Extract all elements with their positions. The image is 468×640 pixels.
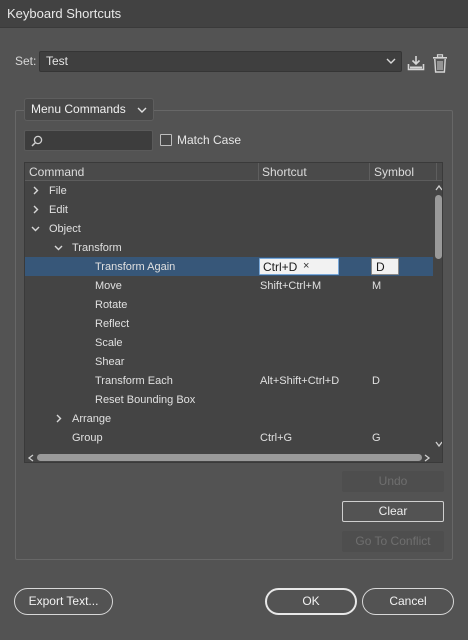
set-dropdown-value: Test [46, 54, 69, 68]
table-row[interactable]: Group Ctrl+G G [25, 428, 433, 447]
scroll-left-icon[interactable] [27, 454, 35, 462]
table-row[interactable]: Reset Bounding Box [25, 390, 433, 409]
command-cell: Arrange [72, 413, 112, 425]
command-cell: Transform Again [95, 261, 176, 273]
table-row[interactable]: Arrange [25, 409, 433, 428]
chevron-down-icon [386, 58, 396, 64]
table-row[interactable]: Rotate [25, 295, 433, 314]
export-text-button[interactable]: Export Text... [14, 588, 113, 615]
window-title: Keyboard Shortcuts [7, 6, 122, 21]
symbol-edit-field[interactable]: D [371, 258, 399, 275]
go-to-conflict-button[interactable]: Go To Conflict [342, 531, 444, 552]
symbol-cell: D [372, 375, 380, 387]
vertical-scroll-thumb[interactable] [435, 195, 442, 259]
horizontal-scrollbar[interactable] [25, 452, 433, 462]
table-header: Command Shortcut Symbol [25, 163, 442, 181]
set-dropdown[interactable]: Test [39, 51, 402, 72]
command-cell: Rotate [95, 299, 128, 311]
search-input[interactable] [24, 130, 153, 151]
symbol-edit-value: D [376, 260, 385, 274]
shortcuts-table: Command Shortcut Symbol File Edit Object Tr… [24, 162, 443, 463]
command-type-value: Menu Commands [31, 102, 126, 116]
search-icon [31, 135, 43, 147]
match-case-checkbox[interactable] [160, 134, 172, 146]
table-row[interactable]: Transform Each Alt+Shift+Ctrl+D D [25, 371, 433, 390]
chevron-right-icon[interactable] [31, 186, 40, 195]
shortcut-edit-value: Ctrl+D [263, 260, 298, 274]
trash-icon[interactable] [432, 54, 448, 73]
scroll-up-icon[interactable] [435, 184, 443, 192]
scroll-right-icon[interactable] [423, 454, 431, 462]
column-header-symbol[interactable]: Symbol [374, 165, 414, 179]
match-case-label: Match Case [177, 133, 242, 147]
horizontal-scroll-thumb[interactable] [37, 454, 422, 461]
column-header-shortcut[interactable]: Shortcut [262, 165, 307, 179]
title-bar: Keyboard Shortcuts [0, 0, 468, 28]
command-cell: Transform Each [95, 375, 173, 387]
ok-button[interactable]: OK [265, 588, 357, 615]
command-cell: Reflect [95, 318, 130, 330]
shortcut-cell: Shift+Ctrl+M [260, 280, 322, 292]
clear-button[interactable]: Clear [342, 501, 444, 522]
shortcut-cell: Alt+Shift+Ctrl+D [260, 375, 340, 387]
shortcut-cell: Ctrl+G [260, 432, 293, 444]
command-cell: Scale [95, 337, 123, 349]
cancel-button[interactable]: Cancel [362, 588, 454, 615]
column-divider[interactable] [258, 163, 259, 181]
symbol-cell: M [372, 280, 382, 292]
clear-shortcut-icon[interactable]: × [303, 260, 309, 272]
symbol-cell: G [372, 432, 381, 444]
table-row[interactable]: Shear [25, 352, 433, 371]
table-row[interactable]: File [25, 181, 433, 200]
column-divider[interactable] [369, 163, 370, 181]
shortcut-edit-field[interactable]: Ctrl+D × [259, 258, 339, 275]
chevron-down-icon[interactable] [31, 224, 40, 233]
table-row[interactable]: Transform Again Ctrl+D × D [25, 257, 433, 276]
column-divider[interactable] [436, 163, 437, 181]
column-header-command[interactable]: Command [29, 165, 84, 179]
chevron-right-icon[interactable] [54, 414, 63, 423]
chevron-right-icon[interactable] [31, 205, 40, 214]
command-cell: Edit [49, 204, 68, 216]
command-cell: Object [49, 223, 81, 235]
command-cell: Move [95, 280, 122, 292]
set-label: Set: [15, 54, 37, 68]
table-row[interactable]: Object [25, 219, 433, 238]
command-cell: Transform [72, 242, 122, 254]
table-row[interactable]: Scale [25, 333, 433, 352]
table-row[interactable]: Edit [25, 200, 433, 219]
chevron-down-icon [137, 107, 147, 113]
table-row[interactable]: Reflect [25, 314, 433, 333]
undo-button[interactable]: Undo [342, 471, 444, 492]
command-cell: Group [72, 432, 103, 444]
chevron-down-icon[interactable] [54, 243, 63, 252]
vertical-scrollbar[interactable] [433, 181, 443, 452]
command-cell: File [49, 185, 67, 197]
save-set-icon[interactable] [407, 55, 425, 71]
table-row[interactable]: Transform [25, 238, 433, 257]
command-cell: Shear [95, 356, 125, 368]
table-row[interactable]: Move Shift+Ctrl+M M [25, 276, 433, 295]
scroll-down-icon[interactable] [435, 440, 443, 448]
command-cell: Reset Bounding Box [95, 394, 196, 406]
command-type-dropdown[interactable]: Menu Commands [24, 98, 154, 121]
